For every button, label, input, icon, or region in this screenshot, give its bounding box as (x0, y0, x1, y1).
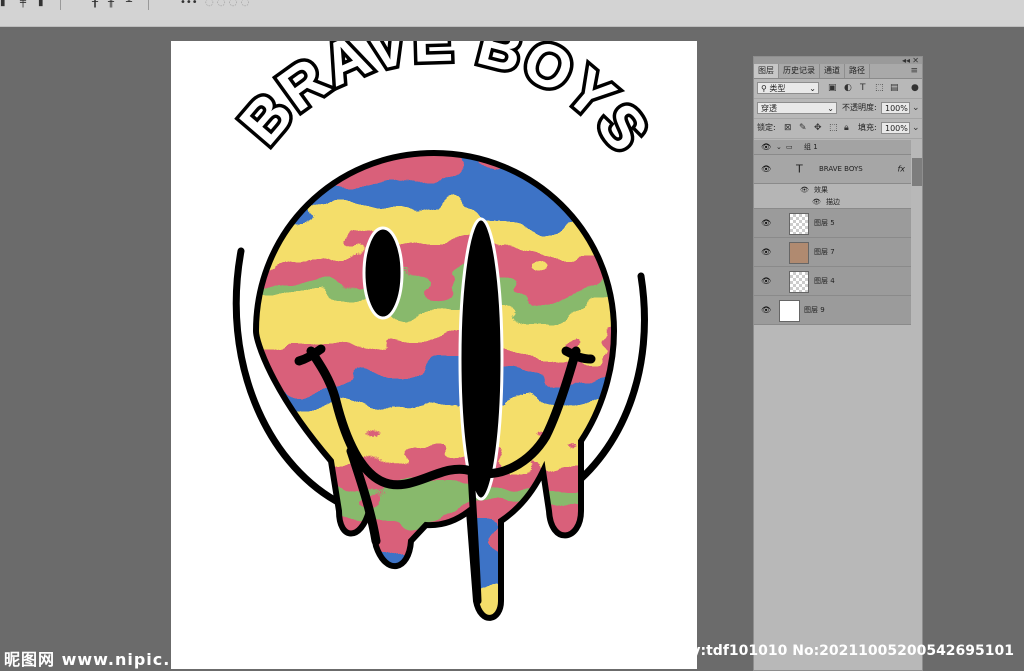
lock-label: 锁定: (757, 123, 776, 132)
visibility-eye-icon[interactable]: 👁︎ (812, 198, 821, 206)
layer-stroke-effect-row[interactable]: 👁︎ 描边 (754, 196, 911, 209)
layer-thumbnail (789, 271, 809, 293)
tab-paths[interactable]: 路径 (845, 64, 870, 78)
filter-row: ⚲ 类型 ⌄ ▣ ◐ T ⬚ ▤ ● (754, 79, 922, 99)
opacity-label: 不透明度: (842, 103, 877, 112)
smart-object-filter-icon[interactable]: ▤ (890, 82, 899, 94)
visibility-eye-icon[interactable]: 👁︎ (761, 165, 771, 174)
distribute-icon[interactable]: ╂ (92, 0, 98, 8)
lock-image-icon[interactable]: ✎ (799, 122, 807, 134)
filter-toggle-icon[interactable]: ● (911, 82, 919, 94)
blend-mode-value: 穿透 (761, 104, 777, 113)
opacity-input[interactable]: 100% (881, 102, 910, 114)
tab-layers[interactable]: 图层 (754, 64, 779, 78)
align-right-icon[interactable]: ▮ (38, 0, 44, 8)
layer-list: 👁︎ ⌄ ▭ 组 1 👁︎ T BRAVE BOYS fx 👁︎ 效果 👁︎ 描… (754, 140, 911, 325)
chevron-down-icon[interactable]: ⌄ (912, 122, 920, 134)
distribute-v-icon[interactable]: ╫ (108, 0, 114, 8)
panel-scrollbar[interactable] (912, 158, 922, 186)
more-icon[interactable]: ••• (180, 0, 198, 8)
visibility-eye-icon[interactable]: 👁︎ (761, 219, 771, 228)
toolbar-divider (60, 0, 61, 10)
fill-input[interactable]: 100% (881, 122, 910, 134)
layer-4[interactable]: 👁︎ 图层 4 (754, 267, 911, 296)
layer-name: 图层 7 (814, 248, 835, 256)
visibility-eye-icon[interactable]: 👁︎ (761, 277, 771, 286)
lock-row: 锁定: ⊠ ✎ ✥ ⬚ 🔒︎ 填充: 100% ⌄ (754, 119, 922, 139)
effects-label: 效果 (814, 186, 828, 194)
visibility-eye-icon[interactable]: 👁︎ (761, 248, 771, 257)
watermark-left: 昵图网 www.nipic.com (4, 650, 211, 669)
visibility-eye-icon[interactable]: 👁︎ (761, 306, 771, 315)
tab-channels[interactable]: 通道 (820, 64, 845, 78)
stroke-effect-label: 描边 (826, 198, 840, 206)
layer-9[interactable]: 👁︎ 图层 9 (754, 296, 911, 325)
layer-thumbnail (779, 300, 800, 322)
artwork: BRAVE BOYS (223, 41, 664, 621)
lock-transparent-icon[interactable]: ⊠ (784, 122, 792, 134)
type-filter-icon[interactable]: T (860, 82, 866, 94)
toolbar-divider (148, 0, 149, 10)
panel-menu-icon[interactable]: ≡ (910, 64, 918, 78)
adjustment-filter-icon[interactable]: ◐ (844, 82, 852, 94)
align-left-icon[interactable]: ▮ (0, 0, 6, 8)
image-filter-icon[interactable]: ▣ (828, 82, 837, 94)
layer-7[interactable]: 👁︎ 图层 7 (754, 238, 911, 267)
panel-titlebar: ◂◂ ✕ (754, 56, 922, 65)
lock-artboard-icon[interactable]: ⬚ (829, 122, 838, 134)
watermark-right: By:tdf101010 No:20211005200542695101 (680, 643, 1014, 659)
blend-row: 穿透 ⌄ 不透明度: 100% ⌄ (754, 99, 922, 119)
text-layer-icon: T (796, 162, 803, 176)
right-eye (458, 217, 504, 501)
folder-icon: ▭ (786, 143, 793, 151)
distribute-h-icon[interactable]: ╨ (126, 0, 132, 8)
layer-5[interactable]: 👁︎ 图层 5 (754, 209, 911, 238)
chevron-down-icon[interactable]: ⌄ (776, 143, 782, 151)
options-bar: ▮ ╪ ▮ ╂ ╫ ╨ ••• ◌ ◌ ◌ ◌ (0, 0, 1024, 27)
tab-history[interactable]: 历史记录 (779, 64, 820, 78)
layer-text-brave-boys[interactable]: 👁︎ T BRAVE BOYS fx (754, 155, 911, 184)
lock-position-icon[interactable]: ✥ (814, 122, 822, 134)
chevron-down-icon[interactable]: ⌄ (912, 102, 920, 114)
chevron-down-icon: ⌄ (809, 84, 816, 93)
blend-mode-select[interactable]: 穿透 ⌄ (757, 102, 837, 114)
filter-kind-select[interactable]: ⚲ 类型 ⌄ (757, 82, 819, 94)
visibility-eye-icon[interactable]: 👁︎ (761, 143, 771, 152)
document-canvas[interactable]: BRAVE BOYS (171, 41, 697, 669)
filter-label: 类型 (769, 84, 786, 93)
layers-panel: ◂◂ ✕ 图层 历史记录 通道 路径 ≡ ⚲ 类型 ⌄ ▣ ◐ T ⬚ ▤ ● … (753, 56, 923, 671)
layer-name: BRAVE BOYS (819, 165, 863, 173)
fx-icon[interactable]: fx (897, 165, 905, 174)
lock-all-icon[interactable]: 🔒︎ (844, 122, 849, 134)
visibility-eye-icon[interactable]: 👁︎ (800, 186, 809, 194)
title-arc: BRAVE BOYS (227, 41, 663, 165)
layer-name: 图层 5 (814, 219, 835, 227)
left-eye (362, 226, 404, 320)
layer-group-1[interactable]: 👁︎ ⌄ ▭ 组 1 (754, 140, 911, 155)
layer-thumbnail (789, 242, 809, 264)
panel-tabs: 图层 历史记录 通道 路径 ≡ (754, 64, 922, 79)
3d-mode-icon[interactable]: ◌ ◌ ◌ ◌ (205, 0, 249, 8)
layer-name: 图层 4 (814, 277, 835, 285)
layer-name: 组 1 (804, 143, 818, 151)
shape-filter-icon[interactable]: ⬚ (875, 82, 884, 94)
layer-effects-row[interactable]: 👁︎ 效果 (754, 184, 911, 196)
chevron-down-icon: ⌄ (827, 104, 834, 113)
align-center-icon[interactable]: ╪ (20, 0, 26, 8)
fill-label: 填充: (858, 123, 877, 132)
layer-thumbnail (789, 213, 809, 235)
layer-name: 图层 9 (804, 306, 825, 314)
